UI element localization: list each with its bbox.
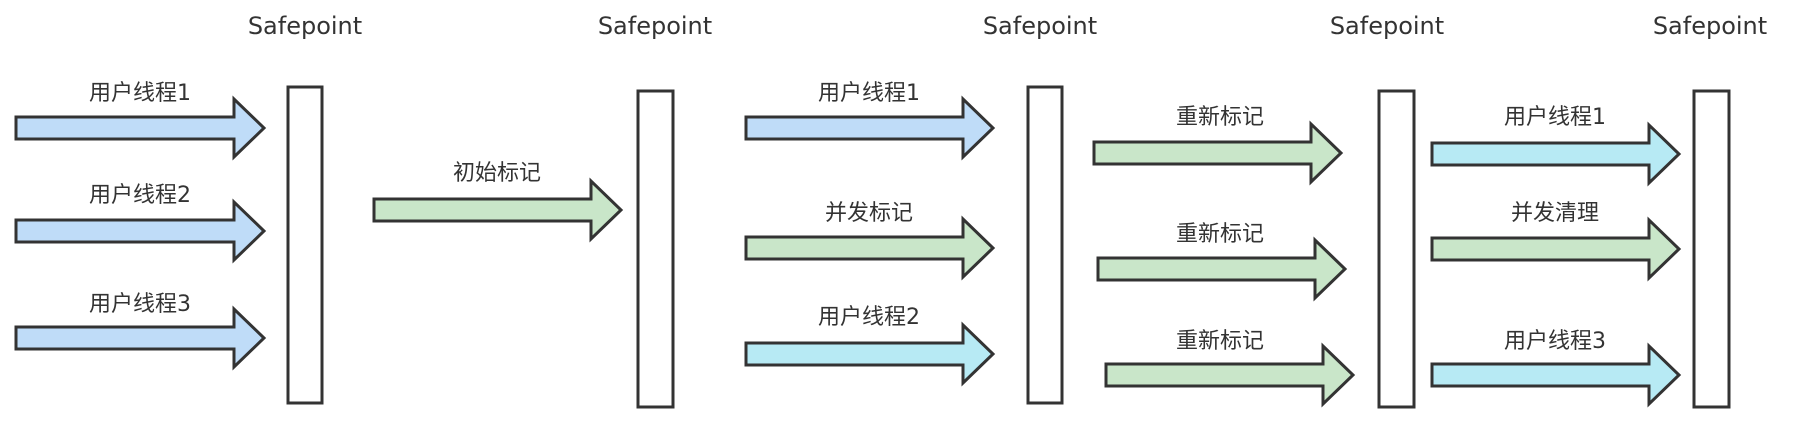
arrow-label-stage1-3: 用户线程3 — [89, 292, 191, 317]
arrow-stage3-3 — [744, 321, 996, 387]
arrow-stage4-3 — [1104, 342, 1356, 408]
arrow-stage3-2 — [744, 215, 996, 281]
arrow-label-stage1-1: 用户线程1 — [89, 81, 191, 106]
arrow-label-stage5-1: 用户线程1 — [1504, 105, 1606, 130]
arrow-stage2-1 — [372, 177, 624, 243]
arrow-label-stage4-1: 重新标记 — [1176, 105, 1264, 130]
safepoint-bar-4 — [1377, 89, 1416, 409]
arrow-stage5-3 — [1430, 342, 1682, 408]
safepoint-label-3: Safepoint — [983, 12, 1097, 40]
arrow-label-stage2-1: 初始标记 — [453, 161, 541, 186]
arrow-label-stage3-2: 并发标记 — [825, 201, 913, 226]
safepoint-bar-5 — [1692, 89, 1731, 409]
arrow-label-stage5-2: 并发清理 — [1511, 201, 1599, 226]
arrow-stage1-2 — [14, 198, 267, 264]
safepoint-bar-2 — [636, 89, 675, 409]
arrow-label-stage3-1: 用户线程1 — [818, 81, 920, 106]
arrow-stage5-2 — [1430, 216, 1682, 282]
arrow-label-stage3-3: 用户线程2 — [818, 305, 920, 330]
arrow-stage4-2 — [1096, 236, 1348, 302]
safepoint-label-2: Safepoint — [598, 12, 712, 40]
arrow-stage4-1 — [1092, 120, 1344, 186]
safepoint-label-4: Safepoint — [1330, 12, 1444, 40]
arrow-stage3-1 — [744, 95, 996, 161]
safepoint-label-5: Safepoint — [1653, 12, 1767, 40]
arrow-label-stage1-2: 用户线程2 — [89, 183, 191, 208]
safepoint-bar-3 — [1026, 85, 1064, 405]
arrow-stage1-1 — [14, 95, 267, 161]
safepoint-label-1: Safepoint — [248, 12, 362, 40]
arrow-label-stage4-2: 重新标记 — [1176, 222, 1264, 247]
arrow-label-stage4-3: 重新标记 — [1176, 329, 1264, 354]
arrow-stage1-3 — [14, 305, 267, 371]
gc-safepoint-diagram: Safepoint Safepoint Safepoint Safepoint … — [14, 12, 1767, 409]
arrow-stage5-1 — [1430, 121, 1682, 187]
arrow-label-stage5-3: 用户线程3 — [1504, 329, 1606, 354]
safepoint-bar-1 — [286, 85, 324, 405]
